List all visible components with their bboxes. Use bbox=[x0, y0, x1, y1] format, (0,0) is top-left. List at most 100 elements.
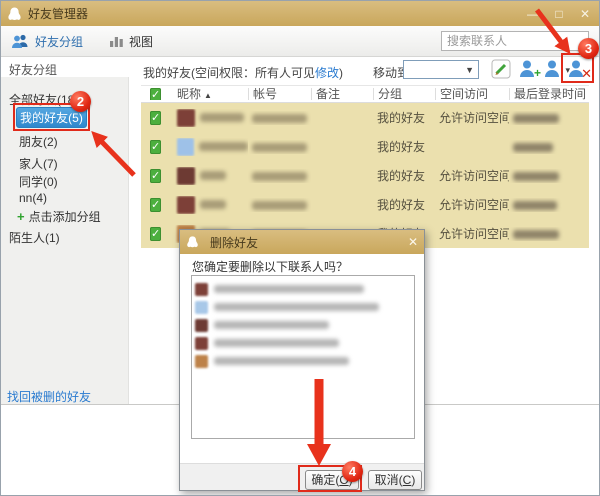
avatar bbox=[195, 282, 208, 296]
space-access-cell: 允许访问空间 bbox=[439, 198, 509, 212]
blurred-account bbox=[252, 200, 307, 210]
close-button[interactable]: ✕ bbox=[577, 7, 593, 21]
contacts-listbox bbox=[191, 275, 415, 439]
ok-button[interactable]: 确定(O) bbox=[305, 470, 359, 490]
sidebar-header: 好友分组 bbox=[9, 63, 58, 77]
table-row[interactable]: ✓ 我的好友 允许访问空间 bbox=[141, 190, 589, 219]
row-checkbox[interactable]: ✓ bbox=[150, 227, 162, 241]
delete-friend-dialog: 删除好友 ✕ 您确定要删除以下联系人吗？ 确定(O) 取消(C) bbox=[179, 229, 425, 491]
view-label: 视图 bbox=[129, 34, 154, 49]
blurred-nickname bbox=[200, 113, 244, 122]
sidebar-item-friends[interactable]: 朋友(2) bbox=[19, 133, 58, 150]
sidebar-item-nn[interactable]: nn(4) bbox=[19, 191, 47, 205]
friend-manager-window: 好友管理器 — □ ✕ 好友分组 视图 好友分组 全部好友(18) 我的好友(5… bbox=[0, 0, 600, 496]
main-header-text: 我的好友(空间权限：所有人可见 bbox=[143, 66, 315, 80]
list-item bbox=[192, 280, 414, 298]
blurred-nickname bbox=[200, 200, 226, 209]
cancel-button[interactable]: 取消(C) bbox=[368, 470, 422, 490]
blurred-contact bbox=[214, 303, 379, 311]
dialog-message: 您确定要删除以下联系人吗？ bbox=[192, 260, 349, 274]
avatar bbox=[195, 336, 208, 350]
column-last-login[interactable]: 最后登录时间 bbox=[509, 88, 589, 100]
blurred-nickname bbox=[199, 142, 248, 151]
avatar bbox=[195, 354, 208, 368]
pencil-icon bbox=[491, 59, 511, 79]
blurred-account bbox=[252, 113, 307, 123]
delete-friend-button[interactable]: ✕ bbox=[567, 58, 592, 80]
blurred-last-login bbox=[513, 200, 557, 210]
people-group-icon bbox=[12, 34, 28, 48]
main-header-suffix: ) bbox=[339, 66, 344, 80]
row-checkbox[interactable]: ✓ bbox=[150, 198, 162, 212]
group-cell: 我的好友 bbox=[377, 169, 426, 183]
friend-groups-sidebar: 全部好友(18) 我的好友(5) 朋友(2) 家人(7) 同学(0) nn(4)… bbox=[1, 77, 129, 404]
blurred-last-login bbox=[513, 142, 553, 152]
friend-options-button[interactable]: ▾ bbox=[543, 58, 570, 80]
move-to-dropdown[interactable]: ▼ bbox=[403, 60, 479, 79]
column-group[interactable]: 分组 bbox=[373, 88, 435, 100]
blurred-last-login bbox=[513, 229, 559, 239]
group-cell: 我的好友 bbox=[377, 140, 426, 154]
search-input[interactable] bbox=[441, 31, 589, 51]
space-access-cell: 允许访问空间 bbox=[439, 111, 509, 125]
table-row[interactable]: ✓ 我的好友 允许访问空间 bbox=[141, 161, 589, 190]
friend-groups-label: 好友分组 bbox=[35, 34, 84, 49]
dialog-title: 删除好友 bbox=[210, 235, 259, 250]
group-cell: 我的好友 bbox=[377, 111, 426, 125]
row-checkbox[interactable]: ✓ bbox=[150, 140, 162, 154]
list-item bbox=[192, 316, 414, 334]
person-icon bbox=[545, 60, 559, 77]
qq-penguin-icon bbox=[8, 6, 21, 20]
avatar bbox=[195, 300, 208, 314]
chevron-down-icon: ▼ bbox=[465, 64, 474, 75]
blurred-contact bbox=[214, 285, 364, 293]
blurred-contact bbox=[214, 321, 329, 329]
edit-remark-button[interactable] bbox=[490, 58, 512, 80]
blurred-last-login bbox=[513, 171, 559, 181]
row-checkbox[interactable]: ✓ bbox=[150, 111, 162, 125]
sidebar-item-my-friends-selected[interactable]: 我的好友(5) bbox=[16, 107, 87, 128]
view-tool[interactable]: 视图 bbox=[109, 33, 153, 50]
column-nickname[interactable]: 昵称 ▲ bbox=[173, 88, 248, 100]
column-remark[interactable]: 备注 bbox=[311, 88, 373, 100]
window-controls: — □ ✕ bbox=[525, 7, 593, 21]
list-item bbox=[192, 352, 414, 370]
modify-permission-link[interactable]: 修改 bbox=[315, 66, 339, 80]
toolbar: 好友分组 视图 bbox=[1, 26, 599, 57]
sidebar-item-strangers[interactable]: 陌生人(1) bbox=[9, 229, 60, 246]
recover-deleted-friends-link[interactable]: 找回被删的好友 bbox=[7, 388, 91, 405]
main-header: 我的好友(空间权限：所有人可见修改) bbox=[143, 64, 343, 81]
bar-chart-icon bbox=[110, 37, 123, 47]
add-group-label: 点击添加分组 bbox=[28, 210, 101, 224]
sidebar-item-classmates[interactable]: 同学(0) bbox=[19, 173, 58, 190]
table-row[interactable]: ✓ 我的好友 允许访问空间 bbox=[141, 103, 589, 132]
sidebar-add-group[interactable]: + 点击添加分组 bbox=[17, 208, 101, 225]
friend-groups-tool[interactable]: 好友分组 bbox=[11, 33, 83, 50]
list-item bbox=[192, 298, 414, 316]
group-cell: 我的好友 bbox=[377, 198, 426, 212]
dialog-titlebar: 删除好友 ✕ bbox=[180, 230, 424, 254]
column-account[interactable]: 帐号 bbox=[248, 88, 311, 100]
avatar bbox=[177, 166, 195, 185]
minimize-button[interactable]: — bbox=[525, 7, 541, 21]
friends-table: ✓ 昵称 ▲ 帐号 备注 分组 空间访问 最后登录时间 ✓ 我的好友 允许访问空间… bbox=[141, 85, 589, 248]
select-all-checkbox[interactable]: ✓ bbox=[150, 88, 162, 100]
blurred-account bbox=[252, 142, 307, 152]
space-access-cell: 允许访问空间 bbox=[439, 169, 509, 183]
sidebar-item-family[interactable]: 家人(7) bbox=[19, 155, 58, 172]
sidebar-item-all-friends[interactable]: 全部好友(18) bbox=[9, 91, 78, 108]
dialog-close-button[interactable]: ✕ bbox=[408, 235, 418, 249]
blurred-contact bbox=[214, 357, 349, 365]
plus-icon: + bbox=[17, 209, 25, 224]
add-friend-button[interactable]: + bbox=[517, 58, 541, 80]
sort-asc-icon: ▲ bbox=[204, 91, 212, 100]
table-row[interactable]: ✓ 我的好友 bbox=[141, 132, 589, 161]
row-checkbox[interactable]: ✓ bbox=[150, 169, 162, 183]
avatar bbox=[195, 318, 208, 332]
table-header-row: ✓ 昵称 ▲ 帐号 备注 分组 空间访问 最后登录时间 bbox=[141, 85, 589, 103]
column-space-access[interactable]: 空间访问 bbox=[435, 88, 509, 100]
maximize-button[interactable]: □ bbox=[551, 7, 567, 21]
qq-penguin-icon bbox=[187, 236, 198, 248]
avatar bbox=[177, 195, 195, 214]
dialog-footer: 确定(O) 取消(C) bbox=[180, 463, 424, 490]
